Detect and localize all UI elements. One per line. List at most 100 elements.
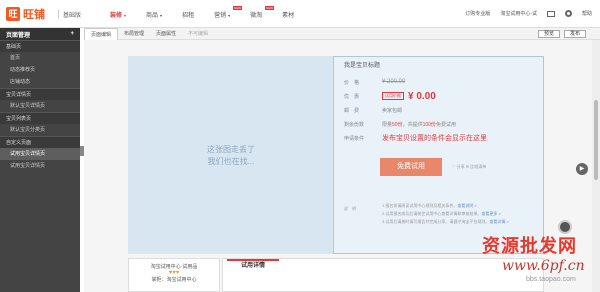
toolbar-actions: 预览 发布: [537, 30, 586, 38]
scroll-thumb[interactable]: [594, 100, 598, 180]
count-suffix: 免费试用: [435, 121, 456, 128]
nav-label: 素材: [282, 13, 295, 19]
nav-label: 商品: [146, 13, 159, 19]
sidebar-item[interactable]: 首页: [0, 52, 80, 64]
description-link[interactable]: 查看更多 >: [481, 211, 500, 216]
watermark-line1: 资源批发网: [482, 236, 577, 257]
sidebar-item[interactable]: 店铺动态: [0, 76, 80, 88]
shipping-value: 卖家包邮: [382, 107, 403, 114]
nav-label: 装修: [110, 13, 123, 19]
mail-icon[interactable]: [546, 10, 555, 17]
watermark-line2: www.6pf.cn: [502, 258, 585, 274]
sidebar-item[interactable]: 试用宝贝详情页: [0, 160, 80, 172]
toolbar-tab[interactable]: 页面编辑: [84, 27, 119, 40]
sidebar-item[interactable]: 默认宝贝分类页: [0, 124, 80, 136]
trial-price-tag: 试用价格: [382, 92, 404, 100]
watermark-line3: bbs.taopao.com: [526, 276, 576, 283]
item-info: 我是宝贝标题 价 格 ¥ 200.00 优 惠 试用价格 ¥ 0.00 邮 费 …: [344, 60, 540, 145]
sidebar-title: 页面管理: [6, 32, 31, 39]
top-right-area: 订购专业版 淘宝试用中心-试 帮助: [465, 10, 592, 17]
nav-item-2[interactable]: 招租: [182, 10, 194, 19]
shipping-row: 邮 费 卖家包邮: [344, 103, 540, 117]
description-text: 2.试用报名成功后请前往试用中心查看详情和审核结果。: [382, 211, 482, 216]
nav-label: 招租: [182, 13, 195, 19]
app-name: 旺铺: [23, 9, 45, 21]
new-badge: NEW: [233, 6, 243, 10]
apply-trial-button[interactable]: 免费试用: [380, 158, 442, 176]
shipping-label: 邮 费: [344, 107, 360, 114]
count-mid: ，共提供: [402, 121, 423, 128]
gear-icon[interactable]: [564, 10, 572, 17]
watermark: 资源批发网 www.6pf.cn bbs.taopao.com: [482, 232, 598, 290]
toolbar-tab: 不可编辑: [188, 30, 209, 37]
item-title: 我是宝贝标题: [344, 63, 381, 69]
nav-item-4[interactable]: 微淘 NEW: [250, 6, 275, 19]
description-line: 1.报名前请阅读试用中心规则及相关条件。查看说明 >: [382, 202, 509, 210]
editor-toolbar: 页面编辑 布局管理 页面属性 不可编辑 预览 发布: [84, 27, 600, 40]
sidebar-item[interactable]: 试用宝贝详情页: [0, 148, 80, 160]
original-price: ¥ 200.00: [382, 79, 406, 85]
shop-card: 淘宝试用中心·试用品 ♥♥♥ 掌柜：淘宝试用中心: [128, 258, 220, 292]
count-value2: 100份: [422, 121, 436, 128]
nav-item-0[interactable]: 装修 ▾: [110, 10, 126, 19]
item-image-placeholder: 这张图走丢了 我们也在找...: [128, 56, 334, 254]
sidebar-header: 页面管理 +: [0, 28, 80, 40]
nav-item-3[interactable]: 营销 ▾ NEW: [214, 6, 243, 19]
count-row: 剩余份数 限量 50份 ，共提供 100份 免费试用: [344, 117, 540, 131]
description-line: 2.试用报名成功后请前往试用中心查看详情和审核结果。查看更多 >: [382, 210, 509, 218]
sidebar-section[interactable]: 宝贝列表页: [0, 112, 80, 124]
chevron-down-icon: ▾: [160, 13, 163, 18]
conditions-row: 申请条件 发布宝贝设置的条件会显示在这里: [344, 131, 540, 145]
nav-label: 微淘: [250, 13, 263, 19]
chevron-down-icon: ▾: [228, 13, 231, 18]
share-links[interactable]: ♡ 分享 ✉ 比较清单: [452, 164, 486, 170]
shop-info-link[interactable]: 淘宝试用中心-试: [500, 10, 537, 17]
trial-price: ¥ 0.00: [408, 90, 436, 102]
toolbar-tabs: 页面编辑 布局管理 页面属性 不可编辑: [84, 27, 214, 40]
description-link[interactable]: 查看说明 >: [457, 203, 476, 208]
main-nav: 装修 ▾ 商品 ▾ 招租 营销 ▾ NEW 微淘 NEW 素材: [110, 6, 314, 19]
count-label: 剩余份数: [344, 121, 365, 128]
publish-button[interactable]: 发布: [563, 30, 586, 38]
conditions-value: 发布宝贝设置的条件会显示在这里: [382, 135, 487, 142]
add-page-button[interactable]: +: [70, 31, 74, 37]
new-badge: NEW: [265, 6, 275, 10]
description-lines: 1.报名前请阅读试用中心规则及相关条件。查看说明 >2.试用报名成功后请前往试用…: [382, 202, 509, 226]
toolbar-tab[interactable]: 布局管理: [118, 28, 150, 40]
count-value: 50份: [392, 121, 403, 128]
description-link[interactable]: 查看详情 >: [489, 219, 508, 224]
price-label: 价 格: [344, 79, 360, 86]
description-line: 3.试用后请按时填写报告并完成分享。请遵守淘宝平台规则。查看详情 >: [382, 218, 509, 226]
description-text: 3.试用后请按时填写报告并完成分享。请遵守淘宝平台规则。: [382, 219, 490, 224]
count-prefix: 限量: [382, 121, 393, 128]
sidebar-section[interactable]: 基础页: [0, 40, 80, 52]
nav-label: 营销: [214, 13, 227, 19]
chevron-down-icon: ▾: [124, 13, 127, 18]
image-missing-line1: 这张图走丢了: [207, 145, 255, 154]
description-text: 1.报名前请阅读试用中心规则及相关条件。: [382, 203, 458, 208]
preview-button[interactable]: 预览: [537, 30, 560, 38]
trial-price-row: 优 惠 试用价格 ¥ 0.00: [344, 89, 540, 103]
logo-icon: 旺: [6, 7, 20, 21]
shop-contact: 掌柜：淘宝试用中心: [151, 277, 197, 283]
nav-item-5[interactable]: 素材: [282, 10, 294, 19]
sidebar: 页面管理 + 基础页 首页 动态推荐页 店铺动态 宝贝详情页 默认宝贝详情页 宝贝列表页 默认…: [0, 28, 80, 292]
logo[interactable]: 旺 旺铺: [6, 6, 45, 22]
sidebar-section[interactable]: 宝贝详情页: [0, 88, 80, 100]
description-label: 说 明: [344, 206, 356, 211]
help-link[interactable]: 帮助: [582, 10, 592, 17]
sidebar-list: 基础页 首页 动态推荐页 店铺动态 宝贝详情页 默认宝贝详情页 宝贝列表页 默认宝贝分类页 自定…: [0, 40, 80, 172]
play-icon[interactable]: ▶: [576, 163, 588, 175]
sidebar-item[interactable]: 动态推荐页: [0, 64, 80, 76]
edition-label: 基础版: [58, 10, 81, 19]
sidebar-item[interactable]: 默认宝贝详情页: [0, 100, 80, 112]
shop-name[interactable]: 淘宝试用中心·试用品: [129, 263, 219, 270]
order-service-link[interactable]: 订购专业版: [465, 10, 490, 17]
image-missing-line2: 我们也在找...: [207, 157, 255, 166]
tab-trial-details[interactable]: 试用详情: [227, 259, 279, 271]
top-bar: 旺 旺铺 基础版 装修 ▾ 商品 ▾ 招租 营销 ▾ NEW 微淘 NEW 素材 订购专业版 淘宝试…: [0, 0, 600, 28]
nav-item-1[interactable]: 商品 ▾: [146, 10, 162, 19]
trial-price-label: 优 惠: [344, 93, 360, 100]
sidebar-section[interactable]: 自定义页面: [0, 136, 80, 148]
toolbar-tab[interactable]: 页面属性: [150, 28, 182, 40]
